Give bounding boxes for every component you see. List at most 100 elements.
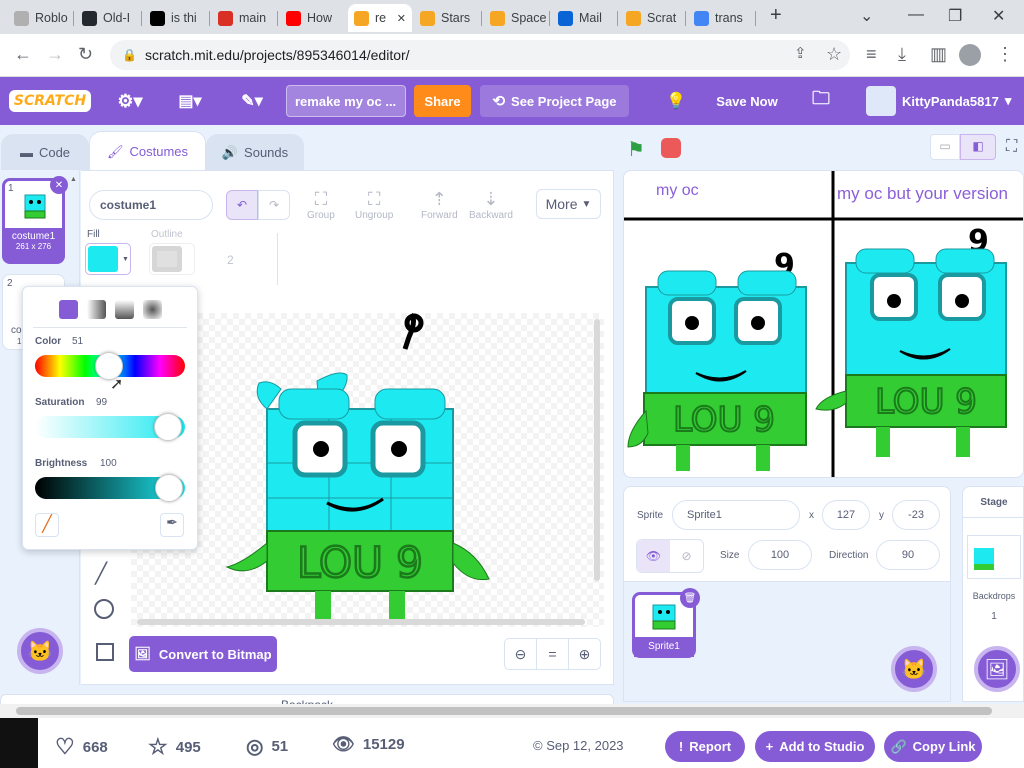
- download-icon[interactable]: ⤓: [898, 44, 906, 65]
- zoom-out-icon[interactable]: ⊖: [505, 639, 536, 669]
- hide-eye-icon[interactable]: ⊘: [670, 540, 703, 572]
- browser-tab[interactable]: is thi: [144, 4, 210, 32]
- x-input[interactable]: 127: [822, 500, 870, 530]
- size-input[interactable]: 100: [748, 540, 812, 570]
- edit-menu-icon[interactable]: ✎▾: [232, 77, 272, 125]
- browser-menu-icon[interactable]: ⋮: [996, 44, 1014, 65]
- url-input[interactable]: 🔒 scratch.mit.edu/projects/895346014/edi…: [110, 40, 850, 70]
- small-stage-icon[interactable]: ▭: [930, 134, 960, 160]
- browser-tab[interactable]: main: [212, 4, 278, 32]
- redo-icon[interactable]: ↷: [258, 190, 290, 220]
- sprite-name-input[interactable]: Sprite1: [672, 500, 800, 530]
- undo-icon[interactable]: ↶: [226, 190, 258, 220]
- close-tab-icon[interactable]: ✕: [397, 12, 406, 25]
- settings-gear-icon[interactable]: ⚙▾: [110, 77, 150, 125]
- group-button[interactable]: ⛶ Group: [307, 189, 335, 221]
- convert-to-bitmap-button[interactable]: 🖼 Convert to Bitmap: [129, 636, 277, 672]
- browser-tab[interactable]: re ✕: [348, 4, 412, 32]
- reload-icon[interactable]: ↻: [78, 44, 93, 65]
- back-icon[interactable]: ←: [14, 44, 32, 65]
- side-panel-icon[interactable]: ▥: [930, 44, 947, 65]
- choose-sprite-button[interactable]: 🐱: [891, 646, 937, 692]
- delete-sprite-icon[interactable]: 🗑: [680, 588, 700, 608]
- minimize-button[interactable]: —: [908, 6, 924, 24]
- close-window-button[interactable]: ✕: [992, 6, 1005, 26]
- debug-lightbulb-icon[interactable]: 💡: [664, 77, 688, 125]
- outline-color-picker[interactable]: [149, 243, 195, 275]
- radial-gradient-icon[interactable]: [143, 300, 162, 319]
- canvas-h-scrollbar[interactable]: [137, 619, 585, 625]
- favorite-count[interactable]: ☆ 495: [148, 734, 201, 760]
- green-flag-icon[interactable]: ⚑: [627, 137, 645, 162]
- costume-name-input[interactable]: costume1: [89, 190, 213, 220]
- browser-tab[interactable]: Old-I: [76, 4, 142, 32]
- no-fill-icon[interactable]: ╱: [35, 513, 59, 537]
- page-h-scrollbar[interactable]: [0, 704, 1024, 718]
- my-stuff-folder-icon[interactable]: 🗀: [806, 77, 836, 125]
- choose-backdrop-button[interactable]: 🖼: [974, 646, 1020, 692]
- stage-canvas[interactable]: my oc my oc but your version 9 LOU 9 9 L…: [623, 170, 1024, 478]
- page-scroll-thumb[interactable]: [16, 707, 992, 715]
- browser-tab[interactable]: Mail: [552, 4, 618, 32]
- tab-favicon-icon: [420, 10, 435, 26]
- cat-icon: 🐱: [27, 640, 53, 663]
- project-title-input[interactable]: remake my oc ...: [286, 85, 406, 117]
- save-now-button[interactable]: Save Now: [712, 77, 782, 125]
- file-menu-icon[interactable]: ▤▾: [170, 77, 210, 125]
- scratch-logo[interactable]: SCRATCH: [8, 90, 92, 112]
- rectangle-tool-icon[interactable]: [96, 643, 114, 661]
- bookmark-star-icon[interactable]: ☆: [826, 44, 842, 65]
- browser-tab[interactable]: Scrat: [620, 4, 686, 32]
- browser-tab[interactable]: How: [280, 4, 346, 32]
- show-eye-icon[interactable]: 👁: [637, 540, 670, 572]
- browser-tab[interactable]: Space: [484, 4, 550, 32]
- delete-costume-icon[interactable]: ✕: [50, 176, 68, 194]
- outline-width-input[interactable]: 2: [227, 253, 234, 267]
- share-button[interactable]: Share: [414, 85, 471, 117]
- browser-tab[interactable]: Roblo: [8, 4, 74, 32]
- direction-input[interactable]: 90: [876, 540, 940, 570]
- zoom-in-icon[interactable]: ⊕: [569, 639, 600, 669]
- add-to-studio-button[interactable]: + Add to Studio: [755, 731, 875, 762]
- maximize-button[interactable]: ❐: [948, 6, 962, 26]
- see-project-page-button[interactable]: ⟲ See Project Page: [480, 85, 629, 117]
- tab-sounds[interactable]: 🔊 Sounds: [206, 134, 304, 170]
- browser-tab[interactable]: Stars: [414, 4, 482, 32]
- more-menu-button[interactable]: More ▼: [536, 189, 601, 219]
- eye-icon: 👁: [332, 734, 355, 754]
- reading-list-icon[interactable]: ≡: [866, 44, 877, 65]
- horizontal-gradient-icon[interactable]: [87, 300, 106, 319]
- circle-tool-icon[interactable]: [94, 599, 114, 619]
- brightness-slider-knob[interactable]: [155, 474, 183, 502]
- y-input[interactable]: -23: [892, 500, 940, 530]
- profile-avatar[interactable]: [959, 44, 981, 66]
- account-menu[interactable]: KittyPanda5817 ▾: [866, 77, 1016, 125]
- line-tool-icon[interactable]: ╱: [95, 561, 107, 586]
- paint-canvas[interactable]: LOU 9: [131, 313, 604, 627]
- forward-icon[interactable]: →: [46, 44, 64, 65]
- stop-sign-icon[interactable]: [661, 138, 681, 158]
- choose-costume-button[interactable]: 🐱: [17, 628, 63, 674]
- chevron-down-icon: ▼: [122, 255, 129, 263]
- share-page-icon[interactable]: ⇪: [794, 44, 807, 62]
- zoom-reset-icon[interactable]: =: [536, 639, 569, 669]
- ungroup-button[interactable]: ⛶ Ungroup: [355, 189, 393, 221]
- fullscreen-icon[interactable]: ⛶: [1006, 138, 1017, 156]
- fill-color-picker[interactable]: ▼: [85, 243, 131, 275]
- canvas-v-scrollbar[interactable]: [594, 319, 600, 581]
- copy-link-button[interactable]: 🔗 Copy Link: [884, 731, 982, 762]
- backward-button[interactable]: ⇣ Backward: [469, 189, 513, 221]
- forward-button[interactable]: ⇡ Forward: [421, 189, 458, 221]
- large-stage-icon[interactable]: ◧: [960, 134, 996, 160]
- tab-code[interactable]: ▬ Code: [1, 134, 89, 170]
- solid-fill-icon[interactable]: [59, 300, 78, 319]
- browser-tab[interactable]: trans: [688, 4, 756, 32]
- report-button[interactable]: ! Report: [665, 731, 745, 762]
- tab-search-icon[interactable]: ⌄: [860, 6, 873, 26]
- love-count[interactable]: ♡ 668: [55, 734, 108, 760]
- eyedropper-icon[interactable]: ✒: [160, 513, 184, 537]
- saturation-slider-knob[interactable]: [153, 413, 182, 441]
- new-tab-button[interactable]: +: [770, 4, 782, 27]
- vertical-gradient-icon[interactable]: [115, 300, 134, 319]
- tab-costumes[interactable]: 🖌 Costumes: [89, 131, 206, 171]
